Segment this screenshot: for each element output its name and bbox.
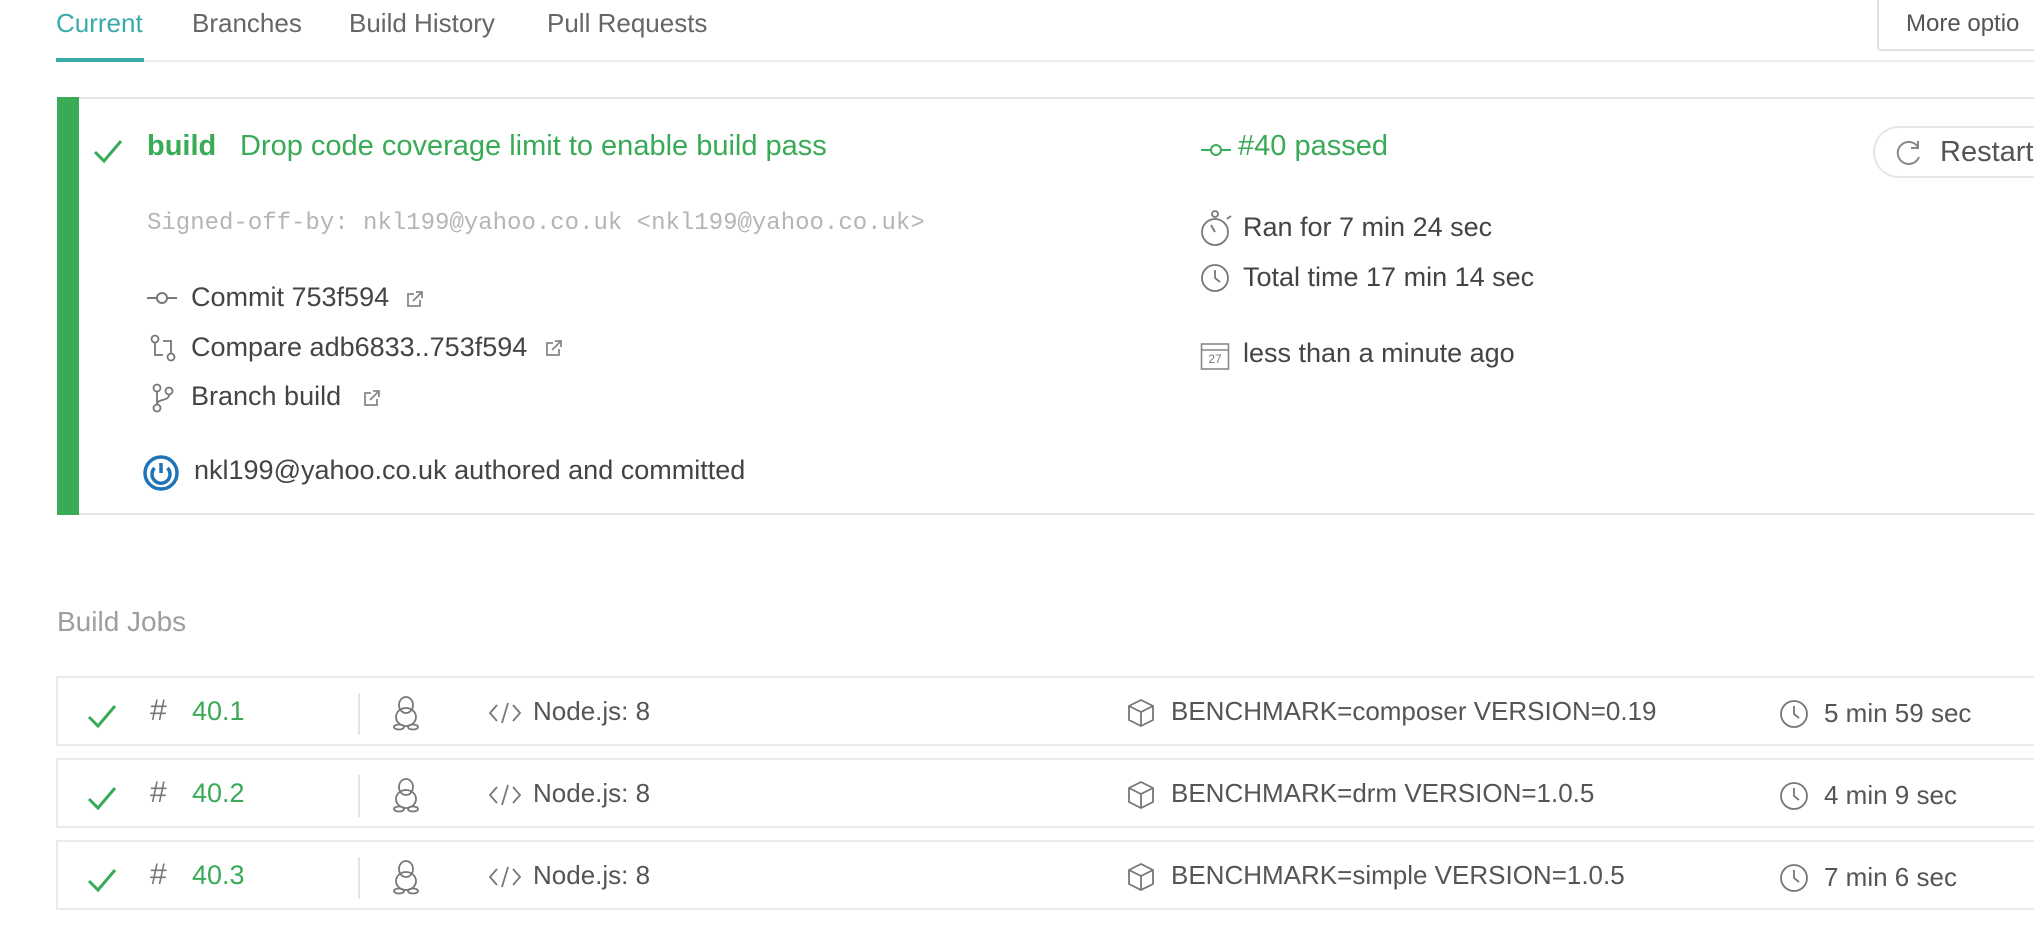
build-branch-name[interactable]: build bbox=[147, 130, 216, 163]
check-icon bbox=[86, 702, 118, 730]
commit-signoff: Signed-off-by: nkl199@yahoo.co.uk <nkl19… bbox=[147, 210, 925, 237]
total-time: Total time 17 min 14 sec bbox=[1243, 262, 1535, 292]
tab-divider bbox=[56, 60, 2034, 62]
job-row[interactable]: # 40.1 Node.js: 8 BENCHMARK=composer VER… bbox=[56, 676, 2034, 746]
box-icon bbox=[1126, 698, 1156, 728]
linux-icon bbox=[391, 777, 421, 813]
branch-icon bbox=[151, 383, 175, 413]
build-status-bar bbox=[57, 97, 79, 515]
check-icon bbox=[86, 866, 118, 894]
job-number[interactable]: 40.3 bbox=[192, 860, 245, 891]
restart-build-button[interactable]: Restart bbox=[1873, 126, 2034, 178]
compare-link[interactable]: Compare adb6833..753f594 bbox=[191, 332, 527, 363]
job-language: Node.js: 8 bbox=[533, 860, 651, 890]
check-icon bbox=[92, 137, 124, 165]
calendar-icon: 27 bbox=[1200, 341, 1230, 371]
job-env: BENCHMARK=composer VERSION=0.19 bbox=[1171, 696, 1657, 726]
job-duration: 4 min 9 sec bbox=[1824, 780, 1957, 810]
active-tab-indicator bbox=[56, 58, 144, 62]
external-link-icon[interactable] bbox=[405, 289, 425, 309]
calendar-day: 27 bbox=[1208, 352, 1222, 366]
job-language: Node.js: 8 bbox=[533, 778, 651, 808]
commit-icon bbox=[1201, 140, 1231, 160]
job-divider bbox=[358, 775, 360, 817]
hash-icon: # bbox=[150, 858, 167, 891]
build-jobs-heading: Build Jobs bbox=[57, 606, 187, 637]
code-icon bbox=[488, 784, 522, 806]
finished-time: less than a minute ago bbox=[1243, 338, 1515, 368]
job-divider bbox=[358, 857, 360, 899]
commit-icon bbox=[147, 288, 177, 308]
box-icon bbox=[1126, 780, 1156, 810]
clock-icon bbox=[1200, 263, 1230, 293]
avatar bbox=[143, 455, 179, 491]
linux-icon bbox=[391, 859, 421, 895]
external-link-icon[interactable] bbox=[544, 338, 564, 358]
clock-icon bbox=[1779, 863, 1809, 893]
external-link-icon[interactable] bbox=[362, 388, 382, 408]
job-row[interactable]: # 40.3 Node.js: 8 BENCHMARK=simple VERSI… bbox=[56, 840, 2034, 910]
clock-icon bbox=[1779, 781, 1809, 811]
job-duration: 5 min 59 sec bbox=[1824, 698, 1972, 728]
hash-icon: # bbox=[150, 776, 167, 809]
job-number[interactable]: 40.2 bbox=[192, 778, 245, 809]
commit-link[interactable]: Commit 753f594 bbox=[191, 282, 389, 313]
commit-author: nkl199@yahoo.co.uk authored and committe… bbox=[194, 455, 746, 485]
box-icon bbox=[1126, 862, 1156, 892]
job-duration: 7 min 6 sec bbox=[1824, 862, 1957, 892]
job-divider bbox=[358, 693, 360, 735]
code-icon bbox=[488, 702, 522, 724]
job-language: Node.js: 8 bbox=[533, 696, 651, 726]
tab-pull-requests[interactable]: Pull Requests bbox=[547, 8, 707, 39]
clock-icon bbox=[1779, 699, 1809, 729]
commit-message: Drop code coverage limit to enable build… bbox=[240, 130, 827, 162]
stopwatch-icon bbox=[1199, 209, 1237, 249]
more-options-button[interactable]: More optio bbox=[1877, 0, 2034, 51]
restart-icon bbox=[1895, 139, 1923, 167]
tab-branches[interactable]: Branches bbox=[192, 8, 302, 39]
branch-link[interactable]: Branch build bbox=[191, 381, 341, 412]
restart-label: Restart bbox=[1940, 136, 2034, 168]
linux-icon bbox=[391, 695, 421, 731]
run-duration: Ran for 7 min 24 sec bbox=[1243, 212, 1493, 242]
job-env: BENCHMARK=drm VERSION=1.0.5 bbox=[1171, 778, 1595, 808]
code-icon bbox=[488, 866, 522, 888]
hash-icon: # bbox=[150, 694, 167, 727]
build-status[interactable]: #40 passed bbox=[1238, 130, 1388, 163]
tab-build-history[interactable]: Build History bbox=[349, 8, 495, 39]
job-env: BENCHMARK=simple VERSION=1.0.5 bbox=[1171, 860, 1625, 890]
compare-icon bbox=[149, 333, 177, 363]
job-number[interactable]: 40.1 bbox=[192, 696, 245, 727]
job-row[interactable]: # 40.2 Node.js: 8 BENCHMARK=drm VERSION=… bbox=[56, 758, 2034, 828]
check-icon bbox=[86, 784, 118, 812]
tab-current[interactable]: Current bbox=[56, 8, 143, 39]
